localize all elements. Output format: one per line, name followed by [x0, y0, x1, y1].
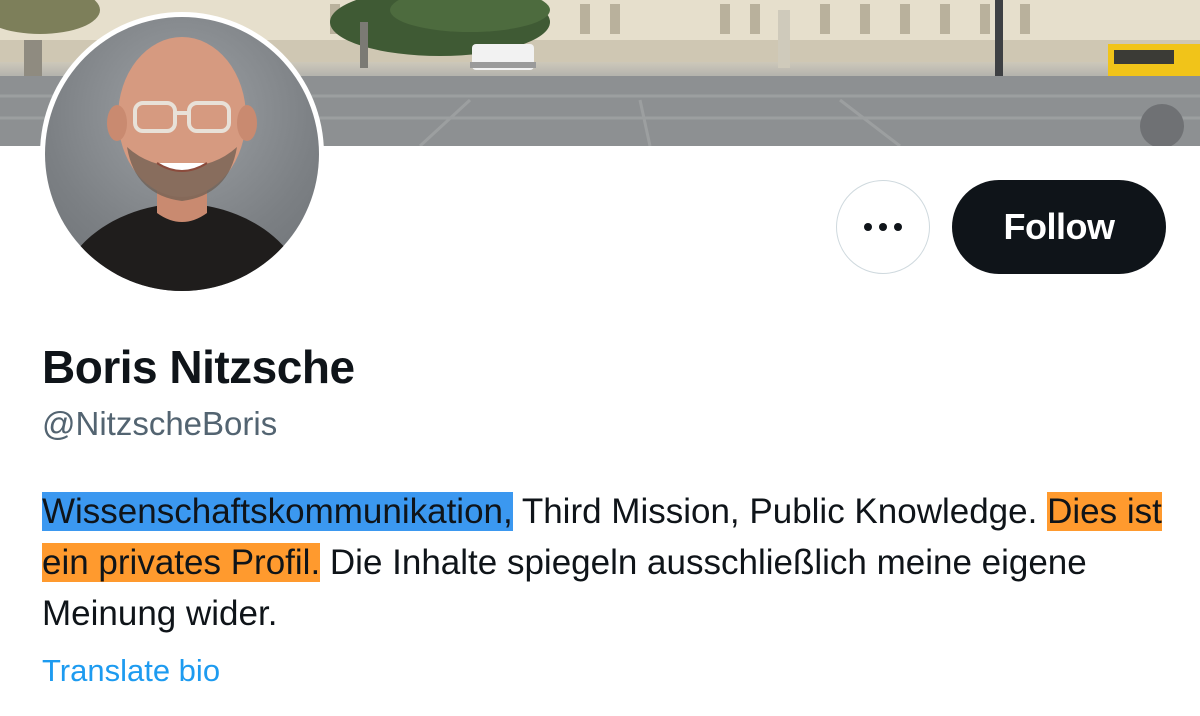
profile-bio: Wissenschaftskommunikation, Third Missio… [42, 486, 1162, 639]
bio-highlight-blue: Wissenschaftskommunikation, [42, 492, 513, 531]
avatar-photo [45, 17, 319, 291]
follow-button[interactable]: Follow [952, 180, 1166, 274]
bio-text: Third Mission, Public Knowledge. [512, 492, 1048, 531]
more-options-button[interactable] [836, 180, 930, 274]
translate-bio-link[interactable]: Translate bio [42, 653, 220, 689]
display-name: Boris Nitzsche [42, 341, 355, 393]
more-horizontal-icon [864, 223, 902, 231]
user-handle: @NitzscheBoris [42, 405, 278, 442]
avatar[interactable] [40, 12, 324, 296]
